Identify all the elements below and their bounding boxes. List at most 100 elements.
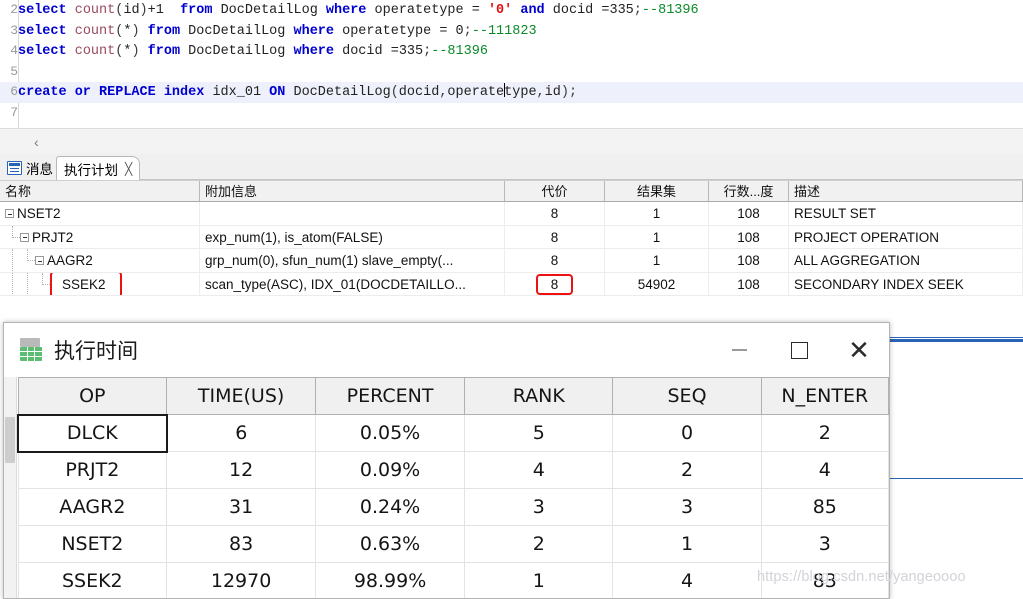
plan-header-desc[interactable]: 描述 xyxy=(789,181,1023,201)
plan-header-cost[interactable]: 代价 xyxy=(505,181,605,201)
plan-header-name[interactable]: 名称 xyxy=(0,181,200,201)
grid-cell-seq[interactable]: 0 xyxy=(612,414,762,452)
grid-cell-rank[interactable]: 5 xyxy=(464,414,614,452)
grid-cell-time[interactable]: 6 xyxy=(166,414,317,452)
grid-header-n-enter[interactable]: N_ENTER xyxy=(760,377,889,415)
grid-cell-rank[interactable]: 1 xyxy=(464,562,614,598)
grid-row[interactable]: DLCK 6 0.05% 5 0 2 xyxy=(17,413,889,453)
vertical-scrollbar[interactable] xyxy=(4,377,17,598)
grid-cell-op[interactable]: SSEK2 xyxy=(17,562,168,598)
close-icon[interactable]: ╳ xyxy=(125,162,132,176)
execution-time-dialog[interactable]: 执行时间 ✕ OP TIME(US) PERCENT RANK SEQ N_ENTER D… xyxy=(3,322,890,599)
code-line[interactable]: 5 xyxy=(0,62,1023,83)
grid-header-time-us-[interactable]: TIME(US) xyxy=(166,377,317,415)
grid-cell-op[interactable]: PRJT2 xyxy=(17,451,168,489)
code-token: where xyxy=(293,23,343,39)
collapse-left-icon[interactable]: ‹ xyxy=(34,134,39,150)
tab-messages[interactable]: 消息 xyxy=(0,156,60,180)
grid-cell-n-enter[interactable]: 2 xyxy=(760,414,889,452)
grid-cell-n-enter[interactable]: 85 xyxy=(760,488,889,526)
grid-cell-percent[interactable]: 0.63% xyxy=(315,525,466,563)
close-button[interactable]: ✕ xyxy=(829,323,889,377)
grid-cell-op[interactable]: NSET2 xyxy=(17,525,168,563)
grid-header-rank[interactable]: RANK xyxy=(464,377,614,415)
grid-cell-n-enter[interactable]: 3 xyxy=(760,525,889,563)
tree-collapse-icon[interactable] xyxy=(5,209,14,219)
code-token: ) xyxy=(560,85,569,100)
grid-cell-time[interactable]: 83 xyxy=(166,525,317,563)
grid-cell-seq[interactable]: 3 xyxy=(612,488,762,526)
grid-header-seq[interactable]: SEQ xyxy=(612,377,762,415)
tree-node[interactable]: PRJT2 xyxy=(5,225,199,249)
grid-cell-percent[interactable]: 0.05% xyxy=(315,414,466,452)
plan-row[interactable]: PRJT2 exp_num(1), is_atom(FALSE) 8 1 108 PROJ… xyxy=(0,225,1023,249)
tree-collapse-icon[interactable] xyxy=(35,256,44,266)
grid-row[interactable]: NSET2 83 0.63% 2 1 3 xyxy=(17,525,889,563)
plan-cell-name[interactable]: NSET2 xyxy=(0,202,200,225)
plan-cell-name[interactable]: PRJT2 xyxy=(0,225,200,249)
grid-cell-rank[interactable]: 2 xyxy=(464,525,614,563)
code-line[interactable]: 4select count(*) from DocDetailLog where… xyxy=(0,41,1023,62)
plan-header-rows[interactable]: 行数...度 xyxy=(709,181,789,201)
grid-cell-op[interactable]: AAGR2 xyxy=(17,488,168,526)
code-token: '0' xyxy=(487,3,513,18)
grid-row[interactable]: PRJT2 12 0.09% 4 2 4 xyxy=(17,451,889,489)
plan-row[interactable]: AAGR2 grp_num(0), sfun_num(1) slave_empty… xyxy=(0,249,1023,273)
plan-cell-name[interactable]: AAGR2 xyxy=(0,249,200,272)
grid-cell-time[interactable]: 12 xyxy=(166,451,317,489)
tree-node[interactable]: AAGR2 xyxy=(5,249,199,272)
grid-cell-time[interactable]: 31 xyxy=(166,488,317,526)
results-tabstrip: 消息 执行计划 ╳ xyxy=(0,154,1023,479)
grid-header-percent[interactable]: PERCENT xyxy=(315,377,466,415)
plan-row[interactable]: SSEK2 scan_type(ASC), IDX_01(DOCDETAILLO.… xyxy=(0,272,1023,296)
code-line[interactable]: 2select count(id)+1 from DocDetailLog wh… xyxy=(0,0,1023,21)
plan-cell-desc: SECONDARY INDEX SEEK xyxy=(789,272,1023,295)
code-line[interactable]: 7 xyxy=(0,103,1023,124)
editor-footer-bar: ‹ xyxy=(0,128,1023,154)
tree-node[interactable]: NSET2 xyxy=(5,202,199,225)
dialog-grid-area[interactable]: OP TIME(US) PERCENT RANK SEQ N_ENTER DLCK 6 0.0… xyxy=(4,377,889,598)
grid-cell-n-enter[interactable]: 4 xyxy=(760,451,889,489)
grid-cell-rank[interactable]: 4 xyxy=(464,451,614,489)
line-number: 5 xyxy=(10,63,18,79)
spreadsheet-icon xyxy=(18,337,44,362)
plan-cell-result: 1 xyxy=(605,225,709,248)
grid-cell-seq[interactable]: 2 xyxy=(612,451,762,489)
execution-plan-table[interactable]: 名称 附加信息 代价 结果集 行数...度 描述 NSET2 8 1 108 RESUL… xyxy=(0,180,1023,322)
grid-cell-seq[interactable]: 4 xyxy=(612,562,762,598)
maximize-button[interactable] xyxy=(769,323,829,377)
grid-cell-percent[interactable]: 0.09% xyxy=(315,451,466,489)
dialog-title-bar[interactable]: 执行时间 ✕ xyxy=(4,323,889,377)
plan-header-info[interactable]: 附加信息 xyxy=(200,181,505,201)
grid-cell-percent[interactable]: 98.99% xyxy=(315,562,466,598)
minimize-button[interactable] xyxy=(709,323,769,377)
grid-cell-seq[interactable]: 1 xyxy=(612,525,762,563)
plan-body[interactable]: NSET2 8 1 108 RESULT SET PRJT2 exp_num(1), is_… xyxy=(0,202,1023,296)
tree-indent-guide xyxy=(5,225,20,249)
tree-node[interactable]: SSEK2 xyxy=(5,272,199,295)
code-line[interactable]: 6create or REPLACE index idx_01 ON DocDe… xyxy=(0,82,1023,103)
plan-cell-info xyxy=(200,202,505,225)
code-line[interactable]: 3select count(*) from DocDetailLog where… xyxy=(0,21,1023,42)
tab-execution-plan[interactable]: 执行计划 ╳ xyxy=(56,156,1023,479)
scrollbar-thumb[interactable] xyxy=(5,417,15,463)
grid-row[interactable]: AAGR2 31 0.24% 3 3 85 xyxy=(17,488,889,526)
plan-cell-info: scan_type(ASC), IDX_01(DOCDETAILLO... xyxy=(200,272,505,295)
code-lines[interactable]: 2select count(id)+1 from DocDetailLog wh… xyxy=(0,0,1023,123)
execution-time-grid[interactable]: OP TIME(US) PERCENT RANK SEQ N_ENTER DLCK 6 0.0… xyxy=(17,377,889,598)
grid-header-op[interactable]: OP xyxy=(17,377,168,415)
tree-collapse-icon[interactable] xyxy=(20,232,29,242)
line-number: 7 xyxy=(10,104,18,120)
grid-cell-percent[interactable]: 0.24% xyxy=(315,488,466,526)
plan-cell-name[interactable]: SSEK2 xyxy=(0,272,200,295)
plan-row[interactable]: NSET2 8 1 108 RESULT SET xyxy=(0,202,1023,226)
code-token: docid xyxy=(398,85,440,100)
grid-cell-rank[interactable]: 3 xyxy=(464,488,614,526)
plan-header-result[interactable]: 结果集 xyxy=(605,181,709,201)
sql-editor[interactable]: 2select count(id)+1 from DocDetailLog wh… xyxy=(0,0,1023,128)
grid-cell-time[interactable]: 12970 xyxy=(166,562,317,598)
grid-cell-op[interactable]: DLCK xyxy=(17,413,168,453)
grid-header-row: OP TIME(US) PERCENT RANK SEQ N_ENTER xyxy=(17,377,889,415)
plan-cell-rows: 108 xyxy=(709,272,789,295)
code-token: from xyxy=(147,44,189,59)
